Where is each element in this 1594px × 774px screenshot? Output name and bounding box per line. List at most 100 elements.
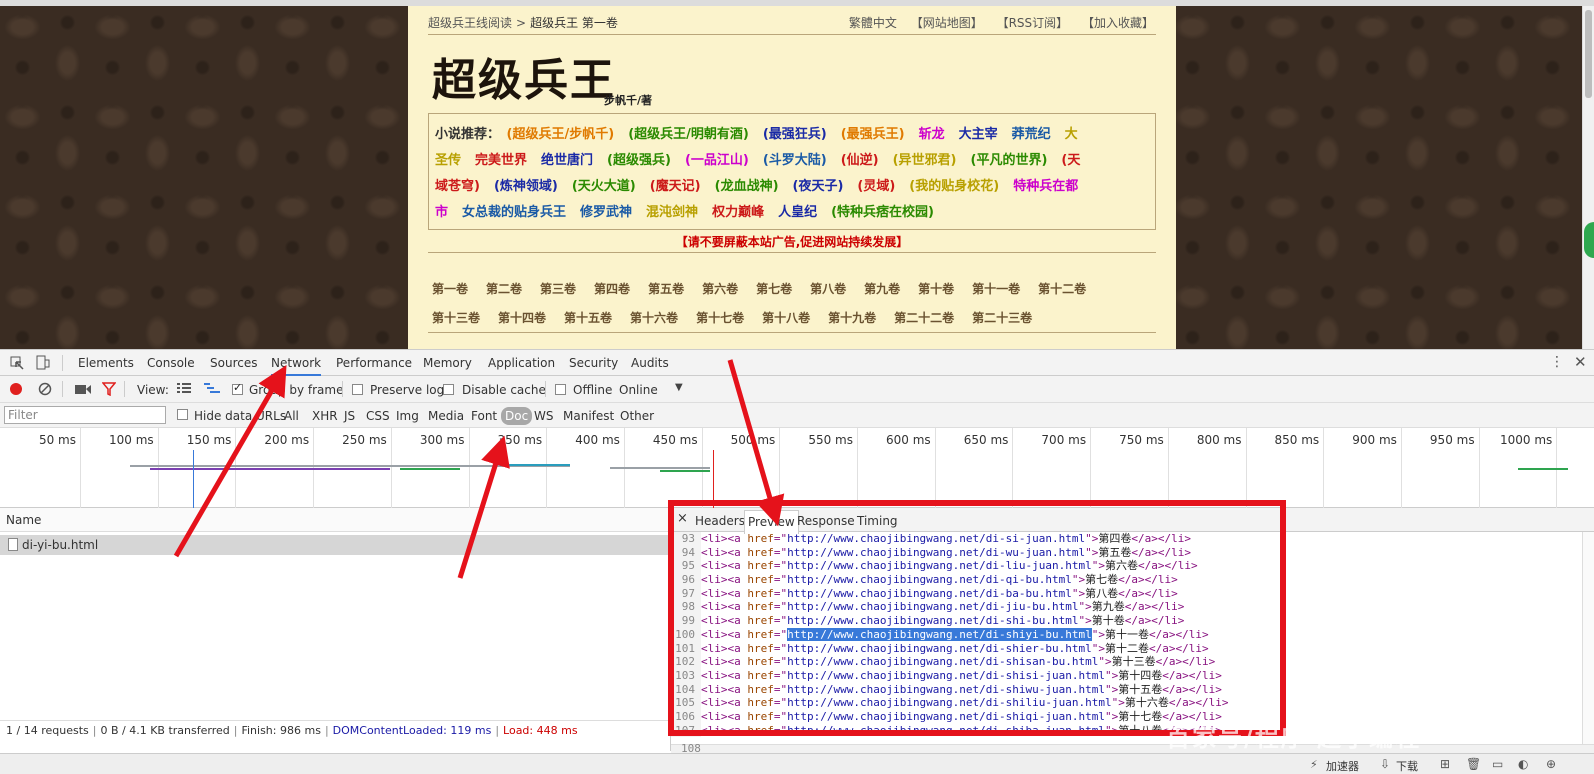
hide-data-urls-label[interactable]: Hide data URLs — [194, 409, 286, 423]
recommend-link[interactable]: (魔天记) — [650, 179, 701, 194]
code-line[interactable]: 95 <li><a href="http://www.chaojibingwang… — [671, 559, 1571, 574]
code-line[interactable]: 100 <li><a href="http://www.chaojibingwan… — [671, 627, 1571, 642]
href-value[interactable]: http://www.chaojibingwang.net/di-shiwu-j… — [787, 683, 1105, 696]
chapter-link[interactable]: 第二十二卷 — [894, 311, 954, 325]
code-line[interactable]: 102 <li><a href="http://www.chaojibingwan… — [671, 655, 1571, 669]
recommend-link[interactable]: 绝世唐门 — [541, 153, 593, 168]
href-value[interactable]: http://www.chaojibingwang.net/di-shiba-j… — [787, 724, 1105, 737]
tab-console[interactable]: Console — [147, 356, 195, 370]
recommend-link[interactable]: (我的贴身校花) — [909, 179, 999, 194]
device-toolbar-icon[interactable] — [36, 355, 50, 371]
preview-scrollbar[interactable] — [1582, 532, 1594, 744]
chapter-link[interactable]: 第一卷 — [432, 282, 468, 296]
offline-checkbox[interactable] — [555, 384, 566, 395]
accelerator-button[interactable]: 加速器 — [1326, 758, 1359, 774]
filter-icon[interactable] — [102, 382, 116, 396]
href-value[interactable]: http://www.chaojibingwang.net/di-ba-bu.h… — [787, 587, 1072, 600]
disable-cache-label[interactable]: Disable cache — [462, 383, 546, 397]
group-by-frame-label[interactable]: Group by frame — [249, 383, 343, 397]
recommend-link[interactable]: (平凡的世界) — [971, 153, 1048, 168]
recommend-link[interactable]: 权力巅峰 — [712, 205, 764, 220]
filter-type-ws[interactable]: WS — [534, 409, 553, 423]
clear-icon[interactable] — [38, 382, 52, 396]
sound-icon[interactable]: ◐ — [1518, 757, 1528, 771]
filter-type-css[interactable]: CSS — [366, 409, 390, 423]
group-by-frame-checkbox[interactable] — [232, 381, 243, 395]
recommend-link[interactable]: 市 — [435, 205, 448, 220]
tab-performance[interactable]: Performance — [336, 356, 412, 370]
chapter-link[interactable]: 第二十三卷 — [972, 311, 1032, 325]
recommend-link[interactable]: (炼神领域) — [494, 179, 558, 194]
recommend-link[interactable]: (龙血战神) — [715, 179, 779, 194]
request-row[interactable]: di-yi-bu.html — [0, 535, 670, 555]
recommend-link[interactable]: (最强狂兵) — [763, 127, 827, 142]
zoom-icon[interactable]: ⊕ — [1546, 757, 1556, 771]
screenshot-camera-icon[interactable] — [75, 384, 91, 395]
filter-type-xhr[interactable]: XHR — [312, 409, 338, 423]
recommend-link[interactable]: 女总裁的贴身兵王 — [462, 205, 566, 220]
recommend-link[interactable]: (最强兵王) — [841, 127, 905, 142]
page-scrollbar-thumb[interactable] — [1585, 10, 1592, 98]
recommend-link[interactable]: 人皇纪 — [778, 205, 817, 220]
breadcrumb-site-link[interactable]: 超级兵王线阅读 — [428, 16, 512, 30]
chevron-down-icon[interactable]: ▼ — [675, 382, 683, 393]
traditional-chinese-link[interactable]: 繁體中文 — [849, 16, 897, 30]
tab-elements[interactable]: Elements — [78, 356, 134, 370]
close-devtools-icon[interactable]: ✕ — [1574, 353, 1587, 371]
record-icon[interactable] — [10, 383, 22, 395]
page-scrollbar[interactable] — [1582, 6, 1594, 349]
recommend-link[interactable]: 完美世界 — [475, 153, 527, 168]
chapter-link[interactable]: 第十一卷 — [972, 282, 1020, 296]
tab-preview[interactable]: Preview — [744, 510, 799, 534]
href-value[interactable]: http://www.chaojibingwang.net/di-shisi-j… — [787, 669, 1105, 682]
href-value[interactable]: http://www.chaojibingwang.net/di-qi-bu.h… — [787, 573, 1072, 586]
side-float-button[interactable] — [1584, 222, 1594, 258]
chapter-link[interactable]: 第十六卷 — [630, 311, 678, 325]
window-icon[interactable]: ▭ — [1492, 757, 1503, 771]
chapter-link[interactable]: 第九卷 — [864, 282, 900, 296]
recommend-link[interactable]: 圣传 — [435, 153, 461, 168]
tab-timing[interactable]: Timing — [857, 514, 898, 528]
chapter-link[interactable]: 第八卷 — [810, 282, 846, 296]
filter-type-doc[interactable]: Doc — [501, 407, 533, 425]
code-line[interactable]: 97 <li><a href="http://www.chaojibingwang… — [671, 586, 1571, 601]
filter-type-media[interactable]: Media — [428, 409, 464, 423]
recommend-link[interactable]: (天 — [1061, 153, 1080, 168]
recommend-link[interactable]: (超级兵王/明朝有酒) — [628, 127, 749, 142]
download-icon[interactable]: ⇩ — [1380, 757, 1390, 771]
filter-type-all[interactable]: All — [284, 409, 299, 423]
chapter-link[interactable]: 第十七卷 — [696, 311, 744, 325]
code-line[interactable]: 93 <li><a href="http://www.chaojibingwang… — [671, 532, 1571, 546]
chapter-link[interactable]: 第十三卷 — [432, 311, 480, 325]
close-detail-icon[interactable]: × — [677, 511, 688, 526]
code-line[interactable]: 104 <li><a href="http://www.chaojibingwan… — [671, 682, 1571, 697]
tab-security[interactable]: Security — [569, 356, 618, 370]
bookmark-link[interactable]: 【加入收藏】 — [1082, 16, 1154, 30]
recommend-link[interactable]: (特种兵痞在校园) — [831, 205, 934, 220]
chapter-link[interactable]: 第三卷 — [540, 282, 576, 296]
chapter-link[interactable]: 第十卷 — [918, 282, 954, 296]
filter-type-manifest[interactable]: Manifest — [563, 409, 614, 423]
tab-headers[interactable]: Headers — [695, 514, 745, 528]
code-line[interactable]: 98 <li><a href="http://www.chaojibingwang… — [671, 600, 1571, 615]
href-value[interactable]: http://www.chaojibingwang.net/di-si-juan… — [787, 532, 1085, 545]
screenshot-icon[interactable]: ⊞ — [1440, 757, 1450, 771]
code-line[interactable]: 105 <li><a href="http://www.chaojibingwan… — [671, 696, 1571, 710]
filter-type-other[interactable]: Other — [620, 409, 654, 423]
chapter-link[interactable]: 第四卷 — [594, 282, 630, 296]
recommend-link[interactable]: (仙逆) — [841, 153, 879, 168]
href-value[interactable]: http://www.chaojibingwang.net/di-shiliu-… — [787, 696, 1112, 709]
preserve-log-checkbox[interactable] — [352, 384, 363, 395]
href-value[interactable]: http://www.chaojibingwang.net/di-wu-juan… — [787, 546, 1085, 559]
recommend-link[interactable]: (斗罗大陆) — [763, 153, 827, 168]
recommend-link[interactable]: 莽荒纪 — [1012, 127, 1051, 142]
recommend-link[interactable]: (异世邪君) — [893, 153, 957, 168]
chapter-link[interactable]: 第六卷 — [702, 282, 738, 296]
href-value[interactable]: http://www.chaojibingwang.net/di-shiqi-j… — [787, 710, 1105, 723]
name-column-header[interactable]: Name — [0, 508, 670, 532]
recommend-link[interactable]: (超级强兵) — [607, 153, 671, 168]
href-value[interactable]: http://www.chaojibingwang.net/di-shiyi-b… — [787, 627, 1092, 641]
href-value[interactable]: http://www.chaojibingwang.net/di-shier-b… — [787, 642, 1092, 655]
disable-cache-checkbox[interactable] — [443, 384, 454, 395]
recommend-link[interactable]: (灵域) — [857, 179, 895, 194]
